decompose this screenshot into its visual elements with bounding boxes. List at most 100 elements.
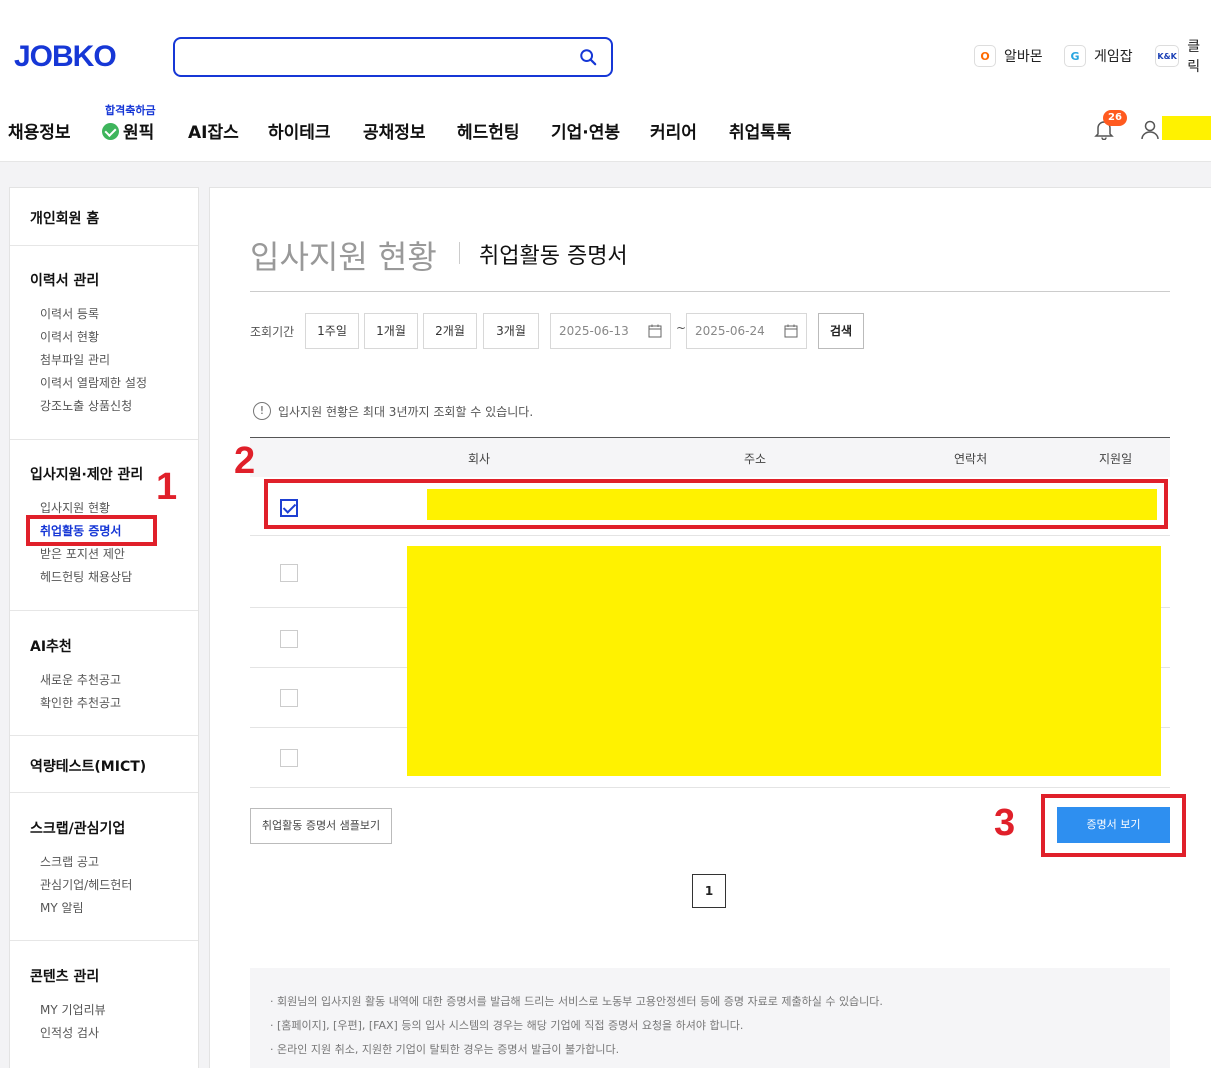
nav-aijobs[interactable]: AI잡스 (188, 118, 239, 143)
albamon-link[interactable]: O 알바몬 (974, 44, 1043, 68)
sidebar-section-title[interactable]: 콘텐츠 관리 (30, 966, 178, 986)
jobko-logo[interactable]: JOBKO (14, 40, 117, 74)
albamon-icon: O (974, 45, 996, 67)
guide-box: · 회원님의 입사지원 활동 내역에 대한 증명서를 발급해 드리는 서비스로 … (250, 968, 1170, 1068)
albamon-label: 알바몬 (1004, 49, 1043, 65)
nav-wonpick[interactable]: 원픽 (102, 118, 154, 143)
column-company: 회사 (468, 452, 491, 466)
nav-career[interactable]: 커리어 (650, 118, 697, 143)
column-contact: 연락처 (954, 452, 988, 466)
certificate-sample-button[interactable]: 취업활동 증명서 샘플보기 (250, 808, 392, 844)
guide-line: · [홈페이지], [우편], [FAX] 등의 입사 시스템의 경우는 해당 … (270, 1019, 744, 1032)
annotation-number-2: 2 (234, 440, 256, 482)
sidebar-item-resume-register[interactable]: 이력서 등록 (30, 303, 178, 326)
sidebar-item-my-alerts[interactable]: MY 알림 (30, 897, 178, 920)
sidebar-item-checked-recommend[interactable]: 확인한 추천공고 (30, 692, 178, 715)
sidebar-section-title[interactable]: AI추천 (30, 636, 178, 656)
pagination-page-1[interactable]: 1 (692, 874, 726, 908)
guide-line: · 온라인 지원 취소, 지원한 기업이 탈퇴한 경우는 증명서 발급이 불가합… (270, 1043, 620, 1056)
info-icon: ! (253, 402, 271, 420)
gamejob-label: 게임잡 (1094, 49, 1133, 65)
sidebar-section-ai: AI추천 새로운 추천공고 확인한 추천공고 (10, 611, 198, 736)
annotation-number-1: 1 (156, 466, 178, 508)
sidebar-section-title[interactable]: 스크랩/관심기업 (30, 818, 178, 838)
sidebar-section-scrap: 스크랩/관심기업 스크랩 공고 관심기업/헤드헌터 MY 알림 (10, 793, 198, 941)
sidebar-section-title[interactable]: 이력서 관리 (30, 270, 178, 290)
sidebar-home-section: 개인회원 홈 (10, 188, 198, 246)
user-name-redacted[interactable] (1162, 116, 1211, 140)
table-header: 회사 주소 연락처 지원일 (250, 437, 1170, 477)
user-icon[interactable] (1141, 120, 1159, 140)
nav-company-salary[interactable]: 기업·연봉 (551, 118, 620, 143)
sidebar-item-position-offers[interactable]: 받은 포지션 제안 (30, 543, 178, 566)
click-link[interactable]: K&K 클릭 (1155, 39, 1211, 75)
period-3month-button[interactable]: 3개월 (483, 313, 539, 349)
sidebar-item-view-restriction[interactable]: 이력서 열람제한 설정 (30, 372, 178, 395)
page-title: 입사지원 현황 (250, 238, 437, 276)
notice: ! 입사지원 현황은 최대 3년까지 조회할 수 있습니다. (253, 402, 533, 420)
title-underline (250, 291, 1170, 292)
guide-text: [홈페이지], [우편], [FAX] 등의 입사 시스템의 경우는 해당 기업… (277, 1019, 744, 1032)
sidebar-item-interest-companies[interactable]: 관심기업/헤드헌터 (30, 874, 178, 897)
sidebar-item-scrap-jobs[interactable]: 스크랩 공고 (30, 851, 178, 874)
row-checkbox[interactable] (280, 749, 298, 767)
sidebar-item-company-reviews[interactable]: MY 기업리뷰 (30, 999, 178, 1022)
notice-text: 입사지원 현황은 최대 3년까지 조회할 수 있습니다. (278, 404, 534, 419)
guide-line: · 회원님의 입사지원 활동 내역에 대한 증명서를 발급해 드리는 서비스로 … (270, 995, 883, 1008)
guide-text: 회원님의 입사지원 활동 내역에 대한 증명서를 발급해 드리는 서비스로 노동… (277, 995, 883, 1008)
gamejob-icon: G (1064, 45, 1086, 67)
date-range-separator: ~ (676, 321, 687, 335)
sidebar-section-mict: 역량테스트(MICT) (10, 736, 198, 793)
nav-wonpick-label: 원픽 (123, 123, 155, 143)
nav-talk[interactable]: 취업톡톡 (729, 118, 792, 143)
annotation-number-3: 3 (994, 802, 1016, 844)
period-1month-button[interactable]: 1개월 (364, 313, 418, 349)
calendar-icon[interactable] (648, 324, 662, 338)
period-2month-button[interactable]: 2개월 (423, 313, 477, 349)
sidebar-home[interactable]: 개인회원 홈 (30, 208, 178, 228)
search-icon[interactable] (579, 48, 597, 66)
sidebar-item-headhunting-consult[interactable]: 헤드헌팅 채용상담 (30, 566, 178, 589)
sidebar-item-aptitude-test[interactable]: 인적성 검사 (30, 1022, 178, 1045)
title-divider (459, 242, 460, 264)
sidebar-item-highlight[interactable]: 강조노출 상품신청 (30, 395, 178, 418)
notification-count-badge: 26 (1103, 110, 1127, 126)
nav-jobs[interactable]: 채용정보 (8, 118, 71, 143)
wonpick-tag: 합격축하금 (105, 104, 156, 117)
page-subtitle: 취업활동 증명서 (479, 244, 628, 269)
calendar-icon[interactable] (784, 324, 798, 338)
gamejob-link[interactable]: G 게임잡 (1064, 44, 1133, 68)
row-checkbox[interactable] (280, 630, 298, 648)
annotation-box-2 (264, 479, 1168, 529)
nav-public[interactable]: 공채정보 (363, 118, 426, 143)
sidebar-section-contents: 콘텐츠 관리 MY 기업리뷰 인적성 검사 (10, 941, 198, 1068)
annotation-box-1 (26, 515, 157, 546)
sidebar-section-resume: 이력서 관리 이력서 등록 이력서 현황 첨부파일 관리 이력서 열람제한 설정… (10, 246, 198, 440)
column-apply-date: 지원일 (1099, 452, 1133, 466)
redacted-rows-data (407, 546, 1161, 776)
period-filter-label: 조회기간 (250, 325, 295, 339)
nav-hightech[interactable]: 하이테크 (268, 118, 331, 143)
sidebar-item-new-recommend[interactable]: 새로운 추천공고 (30, 669, 178, 692)
row-checkbox[interactable] (280, 689, 298, 707)
nav-headhunting[interactable]: 헤드헌팅 (457, 118, 520, 143)
end-date-value: 2025-06-24 (695, 324, 765, 338)
check-circle-icon (102, 123, 119, 140)
period-1week-button[interactable]: 1주일 (305, 313, 359, 349)
sidebar-section-title[interactable]: 역량테스트(MICT) (30, 756, 178, 776)
end-date-field[interactable]: 2025-06-24 (686, 313, 807, 349)
guide-text: 온라인 지원 취소, 지원한 기업이 탈퇴한 경우는 증명서 발급이 불가합니다… (277, 1043, 620, 1056)
search-input[interactable] (173, 37, 613, 77)
row-checkbox[interactable] (280, 564, 298, 582)
sidebar-item-resume-status[interactable]: 이력서 현황 (30, 326, 178, 349)
search-button[interactable]: 검색 (818, 313, 864, 349)
column-address: 주소 (744, 452, 767, 466)
sidebar: 개인회원 홈 이력서 관리 이력서 등록 이력서 현황 첨부파일 관리 이력서 … (9, 187, 199, 1068)
start-date-field[interactable]: 2025-06-13 (550, 313, 671, 349)
click-label: 클릭 (1187, 39, 1201, 75)
kk-icon: K&K (1155, 45, 1180, 67)
annotation-box-3 (1041, 794, 1186, 857)
start-date-value: 2025-06-13 (559, 324, 629, 338)
sidebar-item-attachments[interactable]: 첨부파일 관리 (30, 349, 178, 372)
main-content: 입사지원 현황 취업활동 증명서 조회기간 1주일 1개월 2개월 3개월 20… (209, 187, 1211, 1068)
